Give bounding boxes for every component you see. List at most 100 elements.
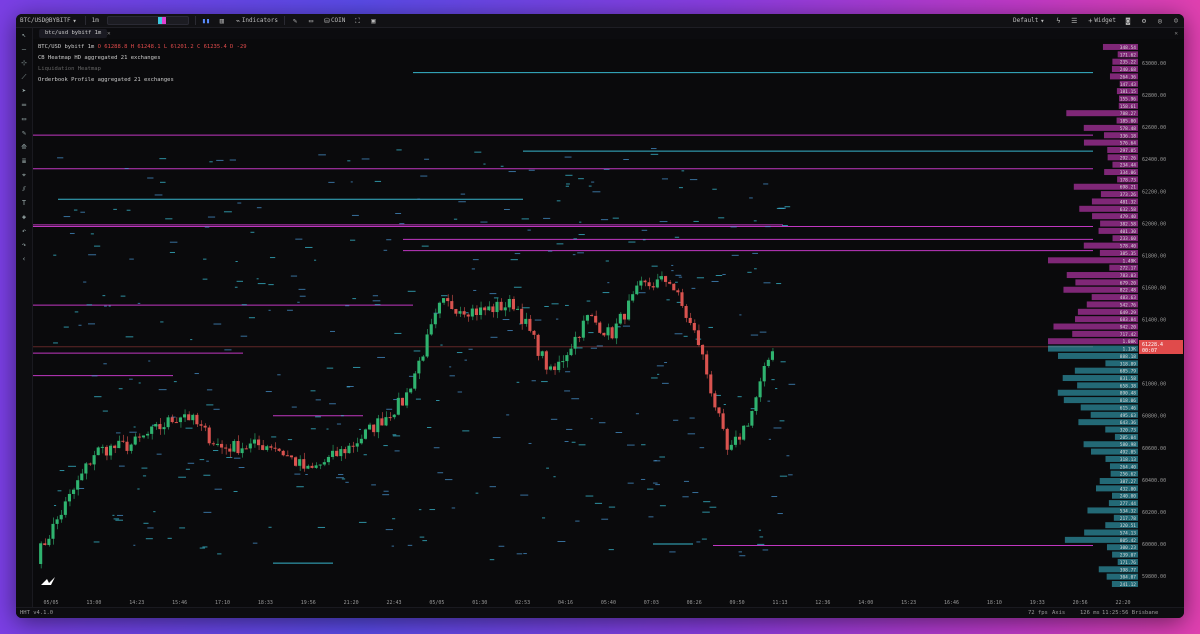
heatmap-dot <box>392 518 396 520</box>
heatmap-dot <box>776 283 782 285</box>
heatmap-dot <box>474 151 482 153</box>
heatmap-dot <box>158 389 167 391</box>
profile-label: 320.73 <box>1120 428 1137 434</box>
fullscreen-button[interactable]: ⛶ <box>349 14 365 27</box>
heatmap-dot <box>472 259 479 261</box>
time-tick-label: 05:40 <box>601 600 616 606</box>
candle-body <box>72 489 76 494</box>
rect-icon[interactable]: ▭ <box>16 112 32 126</box>
heatmap-dot <box>142 475 147 477</box>
heatmap-dot <box>712 188 717 190</box>
list-button[interactable]: ☰ <box>1066 14 1082 27</box>
heatmap-dot <box>671 264 674 266</box>
layout-selector[interactable]: Default ▾ <box>1009 14 1050 27</box>
heatmap-color-slider[interactable] <box>106 16 189 25</box>
heatmap-dot <box>763 183 769 185</box>
heatmap-dot <box>652 482 658 484</box>
ruler-icon[interactable]: ⌖ <box>16 168 32 182</box>
heatmap-dot <box>345 305 350 307</box>
heatmap-dot <box>696 277 705 279</box>
profile-label: 788.27 <box>1120 111 1137 117</box>
heatmap-dot <box>738 551 743 553</box>
heatmap-dot <box>528 442 532 444</box>
candle-body <box>585 315 589 321</box>
heatmap-dot <box>773 427 782 429</box>
symbol-selector[interactable]: BTC/USD@BYBITF ▾ <box>16 14 83 27</box>
chart-tab[interactable]: btc/usd bybitf 1m <box>39 29 108 38</box>
fib-icon[interactable]: ≣ <box>16 154 32 168</box>
legend-study[interactable]: Liquidation Heatmap <box>38 64 247 75</box>
snapshot-button[interactable]: ▣ <box>365 14 381 27</box>
line-icon[interactable]: ⟋ <box>16 70 32 84</box>
arrow-icon[interactable]: ➤ <box>16 84 32 98</box>
candle-body <box>306 465 310 469</box>
trend-icon[interactable]: ⫽ <box>16 182 32 196</box>
close-icon[interactable]: ✕ <box>1174 29 1178 38</box>
layers-icon[interactable]: ◈ <box>16 210 32 224</box>
heatmap-chart[interactable]: 348.54171.62 235.22240.68264.36 147.43181.… <box>33 39 1184 607</box>
chart-type-button[interactable]: ▥ <box>214 14 230 27</box>
heatmap-dot <box>102 410 108 412</box>
close-icon[interactable]: ✕ <box>107 29 111 38</box>
hline-icon[interactable]: ═ <box>16 98 32 112</box>
settings-button[interactable]: ⚙ <box>1136 14 1152 27</box>
legend-study[interactable]: CB Heatmap HD aggregated 21 exchanges <box>38 53 247 64</box>
undo-icon[interactable]: ↶ <box>16 224 32 238</box>
heatmap-dot <box>113 518 120 520</box>
measure-icon[interactable]: ⊹ <box>16 56 32 70</box>
profile-label: 158.61 <box>1120 104 1137 110</box>
heatmap-dot <box>588 185 592 187</box>
candle-body <box>232 441 236 452</box>
legend-study[interactable]: Orderbook Profile aggregated 21 exchange… <box>38 75 247 86</box>
heatmap-dot <box>256 278 259 280</box>
candle-body <box>474 308 478 316</box>
time-tick-label: 14:00 <box>858 600 873 606</box>
price-tick-label: 63000.00 <box>1142 61 1166 67</box>
account-button[interactable]: ☺ <box>1168 14 1184 27</box>
cursor-icon[interactable]: ↖ <box>16 28 32 42</box>
candle-body <box>400 397 404 406</box>
candles-button[interactable]: ▮▮ <box>198 14 214 27</box>
heatmap-dot <box>90 233 94 235</box>
alerts-button[interactable]: ϟ <box>1050 14 1066 27</box>
text-icon[interactable]: T <box>16 196 32 210</box>
heatmap-dot <box>315 416 321 418</box>
redo-icon[interactable]: ↷ <box>16 238 32 252</box>
collapse-icon[interactable]: ‹ <box>16 252 32 266</box>
chart-area[interactable]: 348.54 171.62 235.22 240.68 264.36 147.43 181.… <box>33 39 1184 607</box>
heatmap-dot <box>240 335 248 337</box>
profile-label: 239.07 <box>1120 553 1137 559</box>
heatmap-dot <box>579 221 582 223</box>
heatmap-dot <box>699 447 705 449</box>
candle-body <box>569 348 573 356</box>
candle-body <box>770 351 774 360</box>
heatmap-dot <box>394 450 400 452</box>
screenshot-button[interactable]: ◙ <box>1120 14 1136 27</box>
widget-button[interactable]: + Widget <box>1082 14 1120 27</box>
indicators-button[interactable]: ⌁ Indicators <box>230 14 282 27</box>
heatmap-dot <box>675 274 682 276</box>
candle-body <box>433 313 437 325</box>
profile-label: 336.18 <box>1120 133 1137 139</box>
pattern-icon[interactable]: ⟰ <box>16 140 32 154</box>
candle-body <box>363 429 367 439</box>
candle-body <box>335 450 339 457</box>
draw-button[interactable]: ✎ <box>287 14 303 27</box>
heatmap-dot <box>91 375 98 377</box>
folder-button[interactable]: ▭ <box>303 14 319 27</box>
crosshair-icon[interactable]: — <box>16 42 32 56</box>
axis-selector[interactable]: Axis <box>1052 608 1065 618</box>
heatmap-dot <box>102 295 106 297</box>
time-tick-label: 18:10 <box>987 600 1002 606</box>
heatmap-dot <box>206 460 209 462</box>
heatmap-dot <box>784 206 791 208</box>
heatmap-dot <box>145 538 153 540</box>
pencil-icon[interactable]: ✎ <box>16 126 32 140</box>
candle-body <box>676 290 680 293</box>
gamepad-button[interactable]: ◎ <box>1152 14 1168 27</box>
profile-label: 831.58 <box>1120 376 1137 382</box>
heatmap-dot <box>248 317 255 319</box>
candle-body <box>277 448 281 451</box>
coin-button[interactable]: ⛁ COIN <box>319 14 349 27</box>
timeframe-selector[interactable]: 1m <box>88 14 103 27</box>
